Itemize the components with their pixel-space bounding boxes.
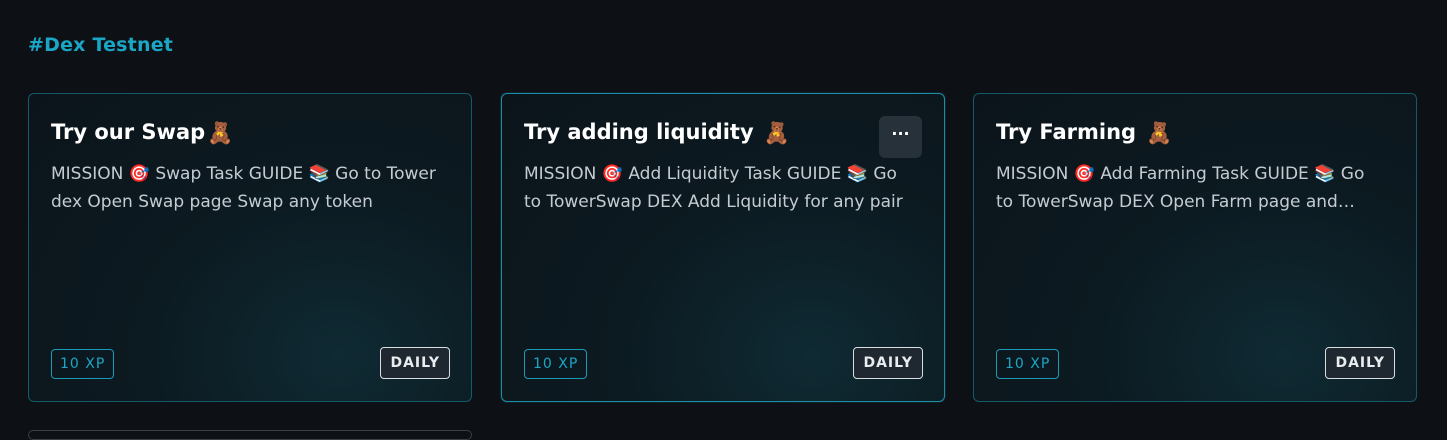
card-title: Try Farming 🧸 bbox=[996, 120, 1336, 146]
card-description: MISSION 🎯 Swap Task GUIDE 📚 Go to Tower … bbox=[51, 164, 436, 212]
task-card-liquidity[interactable]: Try adding liquidity 🧸 ··· MISSION 🎯 Add … bbox=[501, 93, 945, 402]
card-description: MISSION 🎯 Add Liquidity Task GUIDE 📚 Go … bbox=[524, 164, 903, 212]
xp-badge: 10 XP bbox=[524, 349, 588, 379]
card-title-text: Try our Swap bbox=[51, 120, 206, 144]
frequency-badge: DAILY bbox=[380, 347, 450, 379]
dex-testnet-section: #Dex Testnet Try our Swap🧸 MISSION 🎯 Swa… bbox=[0, 0, 1447, 440]
section-title: #Dex Testnet bbox=[28, 34, 174, 56]
ellipsis-icon[interactable]: ··· bbox=[879, 116, 922, 158]
frequency-badge: DAILY bbox=[853, 347, 923, 379]
next-card-edge bbox=[28, 430, 472, 440]
card-description: MISSION 🎯 Add Farming Task GUIDE 📚 Go to… bbox=[996, 164, 1365, 212]
card-title: Try adding liquidity 🧸 bbox=[524, 120, 864, 146]
card-title-text: Try adding liquidity bbox=[524, 120, 754, 144]
teddy-bear-icon: 🧸 bbox=[207, 121, 234, 145]
teddy-bear-icon: 🧸 bbox=[763, 121, 790, 145]
card-title-text: Try Farming bbox=[996, 120, 1137, 144]
teddy-bear-icon: 🧸 bbox=[1146, 121, 1173, 145]
frequency-badge: DAILY bbox=[1325, 347, 1395, 379]
xp-badge: 10 XP bbox=[51, 349, 115, 379]
xp-badge: 10 XP bbox=[996, 349, 1060, 379]
task-card-swap[interactable]: Try our Swap🧸 MISSION 🎯 Swap Task GUIDE … bbox=[28, 93, 472, 402]
task-card-farming[interactable]: Try Farming 🧸 MISSION 🎯 Add Farming Task … bbox=[973, 93, 1417, 402]
card-title: Try our Swap🧸 bbox=[51, 120, 391, 146]
